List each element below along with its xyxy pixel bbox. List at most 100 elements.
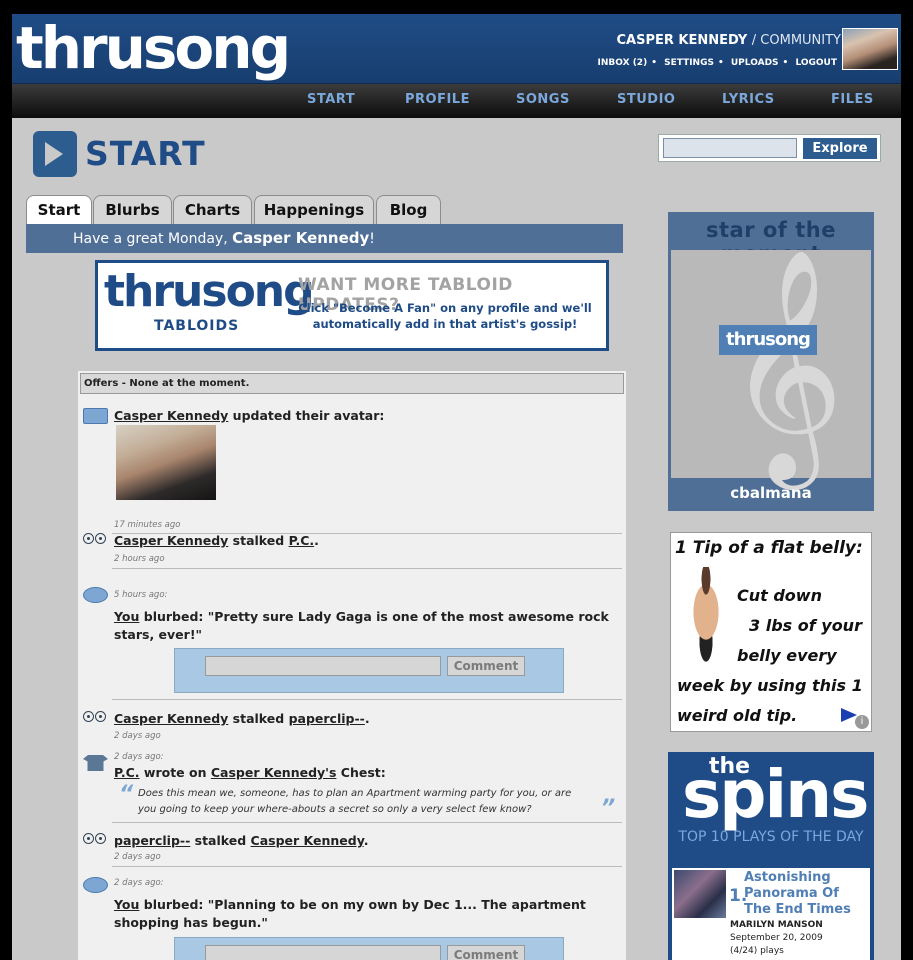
feed-text: P.C. wrote on Casper Kennedy's Chest: [114, 765, 386, 780]
feed-avatar-image[interactable] [116, 425, 216, 500]
nav-start[interactable]: START [307, 92, 355, 107]
shirt-icon [83, 755, 108, 771]
feed-time: 2 days ago [114, 852, 161, 862]
feed-text: You blurbed: "Pretty sure Lady Gaga is o… [114, 609, 609, 642]
feed-text: You blurbed: "Planning to be on my own b… [114, 897, 586, 930]
eyes-icon [83, 833, 108, 849]
star-of-the-moment: star of the moment 𝄞 thrusong cbalmana [668, 212, 874, 511]
greeting-name: Casper Kennedy [232, 229, 370, 247]
user-link[interactable]: You [114, 897, 139, 912]
nav-studio[interactable]: STUDIO [617, 92, 675, 107]
feed-text: Casper Kennedy stalked paperclip--. [114, 711, 370, 726]
greeting-prefix: Have a great Monday, [73, 231, 228, 247]
song-link[interactable]: Astonishing Panorama Of The End Times [744, 870, 868, 918]
greeting-bar: Have a great Monday, Casper Kennedy! [26, 224, 623, 253]
target-link[interactable]: P.C. [289, 533, 315, 548]
spins-title: spins [682, 756, 869, 833]
feed-time: 2 days ago: [114, 752, 164, 762]
greeting-suffix: ! [369, 231, 375, 247]
site-logo[interactable]: thrusong [16, 16, 291, 80]
user-avatar[interactable] [842, 28, 898, 70]
tab-start[interactable]: Start [26, 195, 92, 225]
advertisement[interactable]: 1 Tip of a flat belly: Cut down 3 lbs of… [670, 532, 872, 732]
divider [112, 568, 622, 569]
header: thrusong CASPER KENNEDY / COMMUNITY INBO… [12, 14, 901, 84]
settings-link[interactable]: SETTINGS [664, 58, 714, 68]
start-icon [33, 131, 77, 177]
star-name[interactable]: cbalmana [668, 484, 874, 502]
feed-time: 5 hours ago: [114, 590, 168, 600]
tab-charts[interactable]: Charts [173, 195, 252, 225]
feed-item: Casper Kennedy updated their avatar: 17 … [81, 407, 622, 537]
close-quote-icon: ” [601, 796, 616, 821]
activity-feed: Offers - None at the moment. Casper Kenn… [78, 371, 626, 960]
comment-button[interactable]: Comment [447, 945, 525, 960]
ad-figure-image [681, 567, 731, 667]
speech-bubble-icon [83, 587, 108, 603]
tab-blurbs[interactable]: Blurbs [93, 195, 172, 225]
artist-name: MARILYN MANSON [730, 920, 823, 930]
target-link[interactable]: Casper Kennedy's [211, 765, 337, 780]
user-link[interactable]: Casper Kennedy [114, 711, 228, 726]
feed-time: 2 hours ago [114, 554, 165, 564]
community-label[interactable]: / COMMUNITY [752, 33, 841, 48]
feed-time: 2 days ago: [114, 878, 164, 888]
user-link[interactable]: You [114, 609, 139, 624]
comment-button[interactable]: Comment [447, 656, 525, 676]
tab-blog[interactable]: Blog [376, 195, 441, 225]
speech-bubble-icon [83, 877, 108, 893]
star-image[interactable]: 𝄞 thrusong [671, 250, 871, 478]
spins-item: 1. Astonishing Panorama Of The End Times… [672, 868, 870, 960]
target-link[interactable]: paperclip-- [289, 711, 365, 726]
release-date: September 20, 2009 [730, 933, 823, 943]
eyes-icon [83, 711, 108, 727]
feed-item: 2 days ago: P.C. wrote on Casper Kennedy… [81, 752, 622, 824]
logout-link[interactable]: LOGOUT [795, 58, 837, 68]
inbox-link[interactable]: INBOX (2) [598, 58, 648, 68]
feed-time: 2 days ago [114, 731, 161, 741]
user-name[interactable]: CASPER KENNEDY [616, 33, 747, 48]
divider [112, 699, 622, 700]
search-box: Explore [658, 134, 881, 162]
nav-lyrics[interactable]: LYRICS [722, 92, 775, 107]
tabloid-sub: TABLOIDS [154, 318, 240, 334]
comment-input[interactable] [205, 945, 441, 960]
feed-item: Casper Kennedy stalked paperclip--. 2 da… [81, 710, 621, 750]
the-spins: the spins TOP 10 PLAYS OF THE DAY 1. Ast… [668, 752, 874, 960]
nav-files[interactable]: FILES [831, 92, 874, 107]
uploads-link[interactable]: UPLOADS [731, 58, 779, 68]
treble-clef-icon: 𝄞 [726, 247, 845, 480]
info-icon[interactable]: i [855, 715, 869, 729]
comment-box: Comment [174, 648, 564, 693]
camera-icon [83, 408, 108, 424]
album-thumbnail[interactable] [674, 870, 726, 918]
user-link[interactable]: paperclip-- [114, 833, 190, 848]
tab-happenings[interactable]: Happenings [254, 195, 374, 225]
star-logo: thrusong [719, 325, 817, 355]
page: thrusong CASPER KENNEDY / COMMUNITY INBO… [12, 14, 901, 960]
feed-item: 2 days ago: You blurbed: "Planning to be… [81, 874, 621, 960]
user-link[interactable]: Casper Kennedy [114, 408, 228, 423]
nav-profile[interactable]: PROFILE [405, 92, 470, 107]
search-input[interactable] [663, 138, 797, 158]
feed-text: Casper Kennedy updated their avatar: [114, 408, 385, 423]
tabloid-logo: thrusong [104, 266, 315, 317]
target-link[interactable]: Casper Kennedy [251, 833, 364, 848]
feed-item: 5 hours ago: You blurbed: "Pretty sure L… [81, 586, 622, 701]
explore-button[interactable]: Explore [803, 138, 877, 159]
feed-time: 17 minutes ago [114, 520, 181, 530]
ad-body: Cut down 3 lbs of your belly every [737, 586, 862, 665]
divider [112, 866, 622, 867]
feed-item: paperclip-- stalked Casper Kennedy. 2 da… [81, 832, 622, 872]
tabloid-banner[interactable]: thrusong TABLOIDS WANT MORE TABLOID UPDA… [95, 260, 609, 351]
comment-box: Comment [174, 937, 564, 960]
tabloid-body: Click "Become A Fan" on any profile and … [298, 301, 592, 331]
feed-text: Casper Kennedy stalked P.C.. [114, 533, 319, 548]
nav-songs[interactable]: SONGS [516, 92, 570, 107]
user-link[interactable]: P.C. [114, 765, 140, 780]
main-nav: START PROFILE SONGS STUDIO LYRICS FILES [12, 84, 901, 118]
comment-input[interactable] [205, 656, 441, 676]
divider [112, 822, 622, 823]
ad-headline: 1 Tip of a flat belly: [675, 538, 863, 558]
user-link[interactable]: Casper Kennedy [114, 533, 228, 548]
